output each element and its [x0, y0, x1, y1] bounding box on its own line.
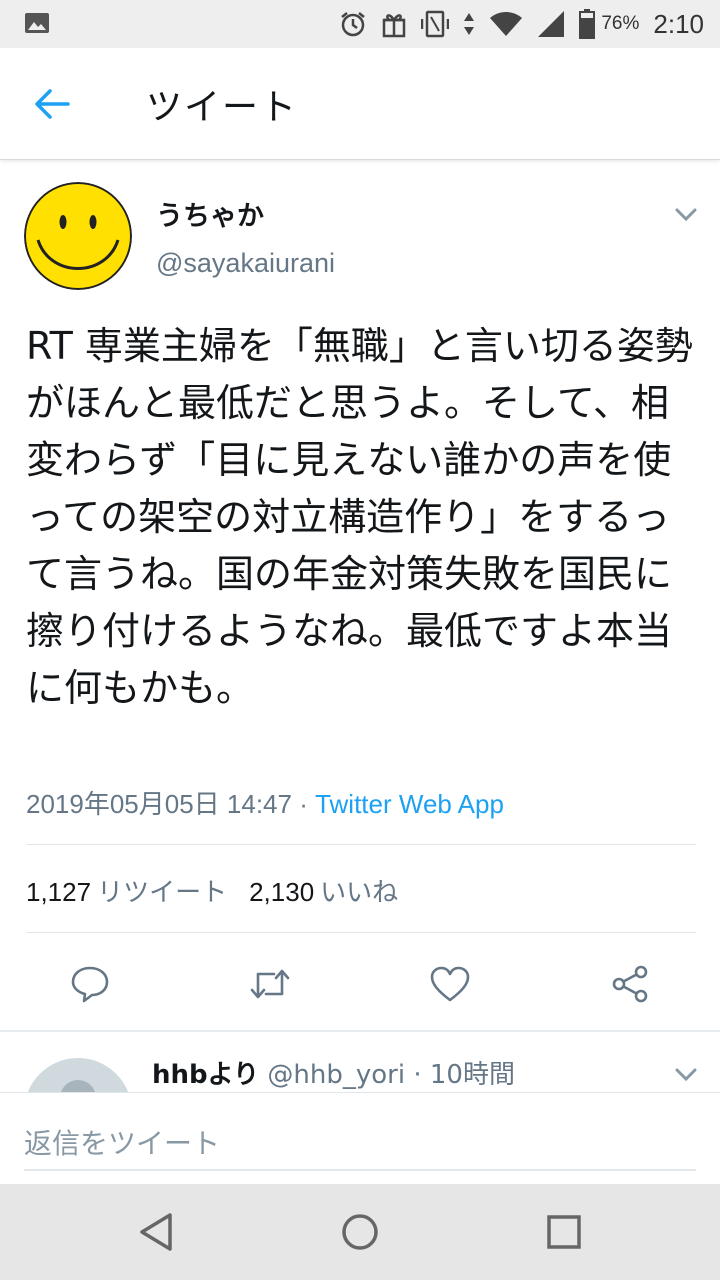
tweet-meta: 2019年05月05日 14:47 · Twitter Web App [26, 784, 504, 821]
reply-button[interactable] [68, 964, 112, 1004]
vibrate-icon [421, 10, 450, 38]
app-header: ツイート [0, 48, 720, 160]
chevron-down-icon[interactable] [672, 200, 700, 228]
meta-separator: · [291, 789, 316, 819]
like-button[interactable] [428, 964, 472, 1004]
reply-header: hhbより @hhb_yori · 10時間 [152, 1054, 515, 1091]
tweet-timestamp: 2019年05月05日 14:47 [26, 789, 292, 819]
like-icon [430, 966, 470, 1002]
page-title: ツイート [146, 87, 299, 128]
like-count[interactable]: 2,130 [249, 877, 314, 907]
divider [26, 844, 696, 845]
retweet-button[interactable] [248, 964, 292, 1004]
triangle-back-icon [140, 1213, 172, 1251]
divider [0, 1030, 720, 1032]
author-name[interactable]: うちゃか [156, 194, 264, 233]
alarm-icon [341, 12, 366, 37]
wifi-icon [490, 12, 523, 36]
reply-icon [71, 966, 109, 1003]
tweet-stats: 1,127 リツイート 2,130 いいね [26, 872, 420, 909]
share-button[interactable] [608, 964, 652, 1004]
reply-composer [0, 1092, 720, 1184]
share-icon [612, 965, 648, 1003]
circle-home-icon [342, 1214, 378, 1250]
gift-icon [383, 14, 406, 38]
source-app-link[interactable]: Twitter Web App [315, 789, 504, 819]
nav-home-button[interactable] [340, 1212, 380, 1252]
retweet-label[interactable]: リツイート [97, 878, 227, 908]
reply-author-name[interactable]: hhbより [152, 1060, 259, 1090]
reply-author-handle[interactable]: @hhb_yori [267, 1060, 405, 1090]
reply-time: · 10時間 [413, 1060, 515, 1090]
like-label[interactable]: いいね [320, 878, 398, 908]
square-recents-icon [547, 1215, 581, 1249]
reply-input[interactable] [24, 1117, 696, 1171]
image-icon [25, 13, 49, 33]
chevron-down-icon[interactable] [672, 1060, 700, 1088]
back-button[interactable] [30, 84, 74, 124]
system-nav-bar [0, 1184, 720, 1280]
author-avatar[interactable] [24, 182, 132, 290]
nav-back-button[interactable] [136, 1212, 176, 1252]
nav-recents-button[interactable] [544, 1212, 584, 1252]
battery-percent: 76% [601, 13, 640, 34]
status-bar: 76% 2:10 [0, 0, 720, 48]
divider [26, 932, 696, 933]
battery-icon [579, 9, 596, 39]
retweet-count[interactable]: 1,127 [26, 877, 91, 907]
clock: 2:10 [653, 8, 704, 39]
retweet-icon [250, 969, 290, 999]
data-arrows-icon [464, 13, 475, 35]
tweet-text: RT 専業主婦を「無職」と言い切る姿勢がほんと最低だと思うよ。そして、相変わらず… [26, 324, 693, 710]
signal-icon [538, 11, 565, 37]
arrow-left-icon [35, 89, 70, 119]
tweet-action-bar [0, 950, 720, 1018]
author-handle[interactable]: @sayakaiurani [156, 248, 335, 279]
